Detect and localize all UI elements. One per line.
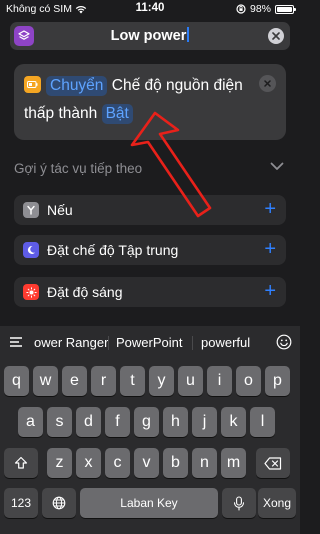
prediction-1[interactable]: ower Ranger	[34, 335, 108, 350]
suggestions-title: Gợi ý tác vụ tiếp theo	[14, 161, 143, 176]
key-w[interactable]: w	[33, 366, 58, 396]
shift-key[interactable]	[4, 448, 38, 478]
key-v[interactable]: v	[134, 448, 159, 478]
suggestion-item-if[interactable]: Nếu +	[14, 195, 286, 225]
divider	[192, 336, 193, 350]
key-o[interactable]: o	[236, 366, 261, 396]
suggestion-label: Nếu	[47, 202, 73, 218]
suggestions-header[interactable]: Gợi ý tác vụ tiếp theo	[14, 160, 286, 178]
action-description: Chuyển Chế độ nguồn điện thấp thành Bật	[24, 72, 264, 128]
battery-percent: 98%	[249, 3, 271, 15]
key-s[interactable]: s	[47, 407, 72, 437]
key-u[interactable]: u	[178, 366, 203, 396]
key-n[interactable]: n	[192, 448, 217, 478]
remove-action-button[interactable]	[259, 75, 276, 92]
orientation-lock-icon	[236, 4, 246, 14]
prediction-bar: ower Ranger PowerPoint powerful	[0, 326, 300, 358]
key-a[interactable]: a	[18, 407, 43, 437]
suggestion-item-brightness[interactable]: Đặt độ sáng +	[14, 277, 286, 307]
clear-title-button[interactable]	[268, 28, 284, 44]
key-h[interactable]: h	[163, 407, 188, 437]
sun-icon	[23, 284, 39, 300]
key-l[interactable]: l	[250, 407, 275, 437]
suggestion-label: Đặt chế độ Tập trung	[47, 242, 179, 258]
status-bar: Không có SIM 11:40 98%	[0, 0, 300, 18]
close-icon	[272, 32, 280, 40]
key-y[interactable]: y	[149, 366, 174, 396]
key-d[interactable]: d	[76, 407, 101, 437]
prediction-2[interactable]: PowerPoint	[116, 335, 182, 350]
emoji-icon[interactable]	[276, 334, 292, 350]
close-icon	[264, 80, 271, 87]
globe-icon	[52, 496, 66, 510]
globe-key[interactable]	[42, 488, 76, 518]
shortcut-title-bar: Low power	[10, 22, 290, 50]
keyboard: ower Ranger PowerPoint powerful q w e r …	[0, 326, 300, 534]
moon-icon	[23, 242, 39, 258]
text-caret	[187, 27, 190, 42]
mic-key[interactable]	[222, 488, 256, 518]
action-card[interactable]: Chuyển Chế độ nguồn điện thấp thành Bật	[14, 64, 286, 140]
battery-icon	[275, 4, 296, 14]
menu-icon[interactable]	[10, 337, 22, 347]
prediction-3[interactable]: powerful	[201, 335, 250, 350]
key-c[interactable]: c	[105, 448, 130, 478]
key-z[interactable]: z	[47, 448, 72, 478]
numbers-key[interactable]: 123	[4, 488, 38, 518]
key-m[interactable]: m	[221, 448, 246, 478]
backspace-key[interactable]	[256, 448, 290, 478]
suggestion-item-focus[interactable]: Đặt chế độ Tập trung +	[14, 235, 286, 265]
divider	[108, 336, 109, 350]
chevron-down-icon[interactable]	[270, 162, 284, 171]
key-q[interactable]: q	[4, 366, 29, 396]
key-e[interactable]: e	[62, 366, 87, 396]
suggestion-label: Đặt độ sáng	[47, 284, 123, 300]
key-j[interactable]: j	[192, 407, 217, 437]
add-icon[interactable]: +	[264, 280, 276, 302]
shortcut-name-input[interactable]: Low power	[10, 27, 290, 44]
shift-icon	[14, 456, 28, 469]
key-p[interactable]: p	[265, 366, 290, 396]
key-x[interactable]: x	[76, 448, 101, 478]
key-t[interactable]: t	[120, 366, 145, 396]
key-r[interactable]: r	[91, 366, 116, 396]
microphone-icon	[233, 495, 245, 511]
action-verb-token[interactable]: Chuyển	[46, 76, 108, 96]
key-f[interactable]: f	[105, 407, 130, 437]
key-g[interactable]: g	[134, 407, 159, 437]
add-icon[interactable]: +	[264, 238, 276, 260]
add-icon[interactable]: +	[264, 198, 276, 220]
shortcut-name-value: Low power	[110, 28, 187, 44]
action-value-token[interactable]: Bật	[101, 104, 133, 124]
space-key[interactable]: Laban Key	[80, 488, 218, 518]
key-b[interactable]: b	[163, 448, 188, 478]
backspace-icon	[264, 456, 282, 470]
branch-icon	[23, 202, 39, 218]
key-k[interactable]: k	[221, 407, 246, 437]
done-key[interactable]: Xong	[258, 488, 296, 518]
key-i[interactable]: i	[207, 366, 232, 396]
